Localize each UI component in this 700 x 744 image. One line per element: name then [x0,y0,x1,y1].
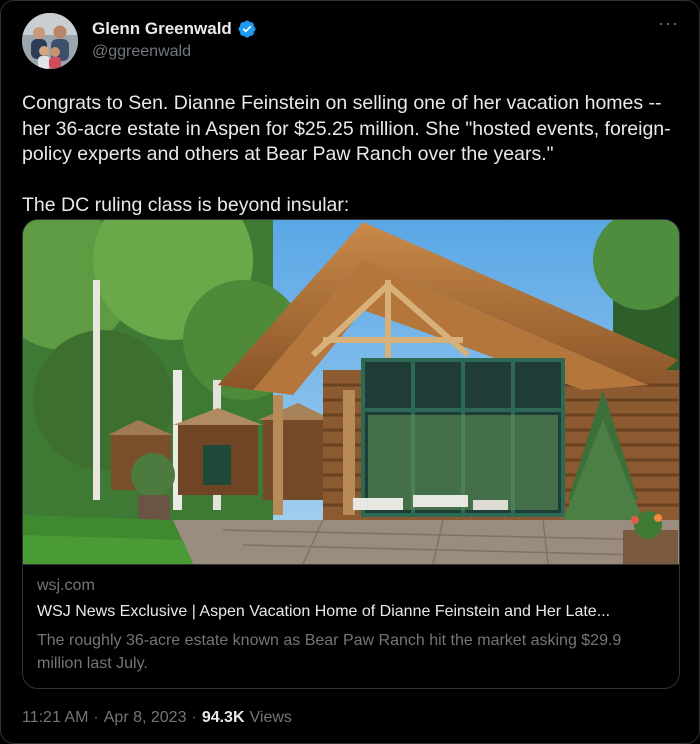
author-name-line[interactable]: Glenn Greenwald [92,19,257,39]
tweet-container: Glenn Greenwald @ggreenwald ··· Congrats… [0,0,700,744]
card-description: The roughly 36-acre estate known as Bear… [37,632,622,672]
meta-separator: · [93,709,99,726]
author-display-name[interactable]: Glenn Greenwald [92,19,232,39]
tweet-date[interactable]: Apr 8, 2023 [104,709,187,727]
card-meta[interactable]: wsj.com WSJ News Exclusive | Aspen Vacat… [23,564,679,688]
card-title[interactable]: WSJ News Exclusive | Aspen Vacation Home… [37,603,673,621]
author-handle[interactable]: @ggreenwald [92,43,191,61]
verified-badge-icon [237,19,257,39]
tweet-text: Congrats to Sen. Dianne Feinstein on sel… [22,92,671,216]
meta-separator: · [191,709,197,726]
tweet-meta: 11:21 AM · Apr 8, 2023 · 94.3K Views [22,709,292,727]
more-options-icon[interactable]: ··· [658,13,679,34]
card-domain: wsj.com [37,577,95,594]
tweet-time[interactable]: 11:21 AM [22,709,88,727]
link-preview-card[interactable]: wsj.com WSJ News Exclusive | Aspen Vacat… [22,219,680,689]
avatar[interactable] [22,13,78,69]
views-count[interactable]: 94.3K [202,709,245,727]
views-label: Views [249,709,292,726]
card-image[interactable] [23,220,679,564]
